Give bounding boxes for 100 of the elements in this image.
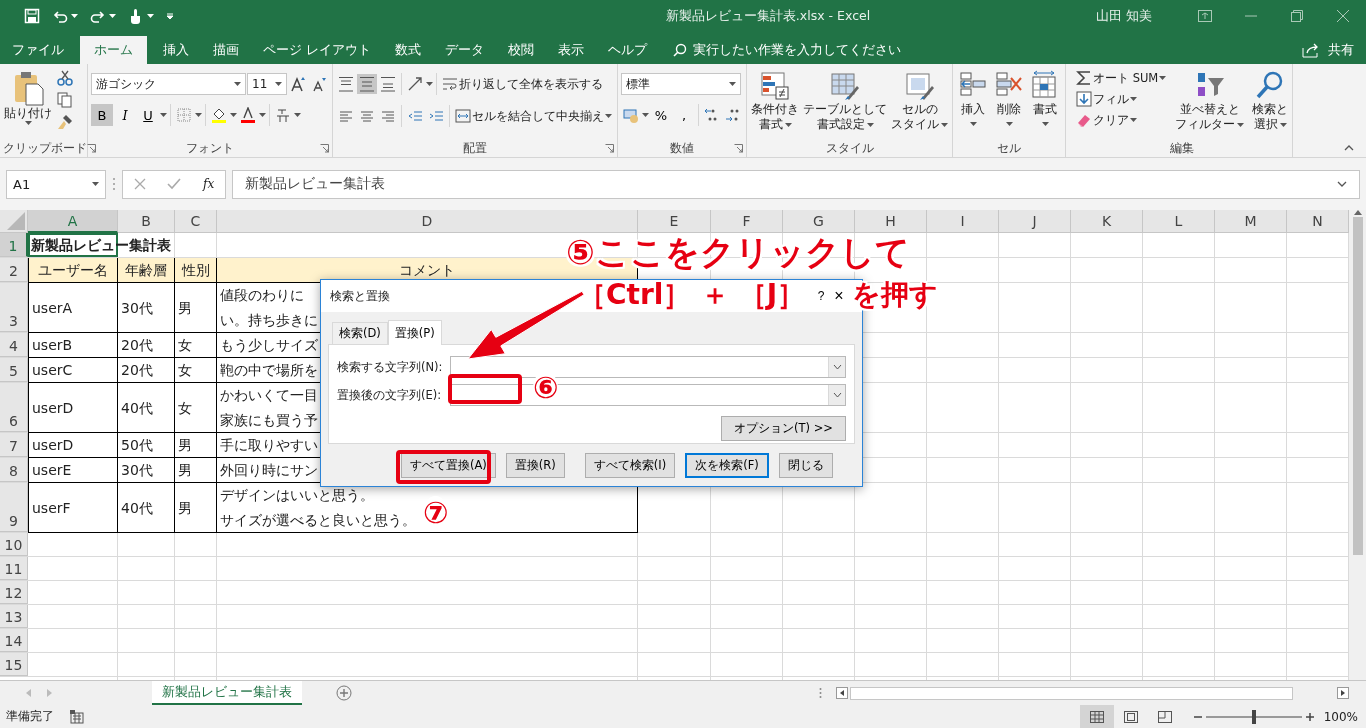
ribbon-tab[interactable]: データ [433,36,496,64]
text-field[interactable] [450,356,846,378]
share-button[interactable]: 共有 [1328,41,1354,59]
ribbon-tab[interactable]: ファイル [0,36,76,64]
dialog-button[interactable]: 閉じる [778,453,833,478]
column-header[interactable]: H [855,210,927,233]
sheet-tab[interactable]: 新製品レビュー集計表 [152,681,302,705]
comma-style-button[interactable]: , [673,104,695,126]
insert-function-button[interactable]: fx [203,177,215,191]
column-heading: ユーザー名 [38,261,108,279]
copy-button[interactable] [55,90,75,110]
editing-command[interactable]: オート SUM [1074,68,1169,88]
dialog-button[interactable]: 次を検索(F) [685,453,769,478]
column-header[interactable]: F [711,210,783,233]
group-label: 編集 [1169,140,1194,156]
align-top-button[interactable] [336,74,356,94]
font-name-field[interactable]: 游ゴシック [91,73,246,95]
column-header[interactable]: J [999,210,1071,233]
row-header[interactable]: 4 [0,333,28,357]
paste-button[interactable]: 貼り付け [3,68,53,139]
row-header[interactable]: 2 [0,258,28,282]
dialog-button[interactable]: 置換(R) [505,453,565,478]
ribbon-tab[interactable]: 表示 [546,36,596,64]
font-color-button[interactable] [238,105,258,125]
editing-command[interactable]: フィル [1074,89,1169,109]
number-format-field[interactable]: 標準 [621,73,741,95]
align-middle-button[interactable] [357,74,377,94]
ribbon-tab[interactable]: 挿入 [151,36,201,64]
column-header[interactable]: I [927,210,999,233]
italic-button[interactable]: I [114,104,136,126]
underline-button[interactable]: U [137,104,159,126]
conditional-format-icon [759,70,791,102]
user-name[interactable]: 山田 知美 [1096,7,1152,25]
name-box[interactable]: A1 [6,169,106,199]
row-header[interactable]: 1 [0,233,28,257]
column-header[interactable]: G [783,210,855,233]
scissors-button[interactable] [55,68,75,88]
row-header[interactable]: 9 [0,483,28,532]
zoom-level[interactable]: 100% [1323,709,1358,724]
column-header[interactable]: C [175,210,217,233]
column-header[interactable]: M [1215,210,1287,233]
increase-indent-icon [428,108,444,124]
column-header[interactable]: E [638,210,711,233]
ribbon-tab[interactable]: ヘルプ [596,36,659,64]
dialog-tab[interactable]: 検索(D) [332,322,388,344]
tell-me-field[interactable]: 実行したい作業を入力してください [693,41,901,59]
table-cell: 女 [178,336,192,354]
row-header[interactable]: 7 [0,433,28,457]
close-button[interactable]: × [829,287,849,305]
scrollbar-thumb[interactable] [1352,217,1363,555]
font-size-field[interactable]: 11 [247,73,287,95]
redo-icon [90,8,106,24]
percent-button[interactable]: % [650,104,672,126]
ribbon-button[interactable]: 条件付き 書式 [750,68,800,139]
editing-command[interactable]: クリア [1074,110,1169,130]
ribbon-button[interactable]: 挿入 [956,68,990,139]
dialog-tab[interactable]: 置換(P) [387,320,442,345]
align-bottom-button[interactable] [378,74,398,94]
dialog-button[interactable]: すべて検索(I) [584,453,676,478]
row-header[interactable]: 10 [0,533,28,556]
row-header[interactable]: 12 [0,581,28,604]
help-button[interactable]: ? [815,289,827,303]
ribbon-button[interactable]: 並べ替えと フィルター [1174,68,1246,139]
ribbon-button[interactable]: 書式 [1028,68,1062,139]
column-header[interactable]: A [28,210,118,233]
column-header[interactable]: D [217,210,638,233]
wrap-text-button[interactable]: 折り返して全体を表示する [440,74,605,94]
ribbon-button[interactable]: セルの スタイル [890,68,949,139]
fill-down-icon [1076,91,1092,107]
row-header[interactable]: 11 [0,557,28,580]
ribbon-button[interactable]: テーブルとして 書式設定 [802,68,888,139]
ribbon-tab[interactable]: 校閲 [496,36,546,64]
row-header[interactable]: 14 [0,629,28,652]
scrollbar-thumb[interactable] [850,686,1293,700]
formula-field[interactable]: 新製品レビュー集計表 [232,169,1360,199]
cancel-icon [133,178,146,190]
zoom-slider-thumb[interactable] [1251,709,1256,724]
row-header[interactable]: 3 [0,283,28,332]
ribbon-tab[interactable]: 数式 [383,36,433,64]
row-header[interactable]: 5 [0,358,28,382]
borders-icon [176,107,192,123]
row-header[interactable]: 15 [0,653,28,676]
row-header[interactable]: 13 [0,605,28,628]
ribbon-tab[interactable]: 描画 [201,36,251,64]
column-header[interactable]: B [118,210,175,233]
caret-icon [1130,118,1137,122]
ribbon-button[interactable]: 検索と 選択 [1251,68,1290,139]
view-button[interactable] [1079,705,1114,728]
options-button[interactable]: オプション(T) >> [721,416,846,441]
ribbon-tab[interactable]: ページ レイアウト [251,36,383,64]
column-header[interactable]: L [1143,210,1215,233]
caret-icon [642,113,649,117]
row-header[interactable]: 8 [0,458,28,482]
format-painter-button[interactable] [55,112,75,132]
merge-center-button[interactable]: セルを結合して中央揃え [453,106,614,126]
ribbon-tab[interactable]: ホーム [80,36,147,64]
bold-button[interactable]: B [91,104,113,126]
column-header[interactable]: K [1071,210,1143,233]
ribbon-button[interactable]: 削除 [992,68,1026,139]
row-header[interactable]: 6 [0,383,28,432]
